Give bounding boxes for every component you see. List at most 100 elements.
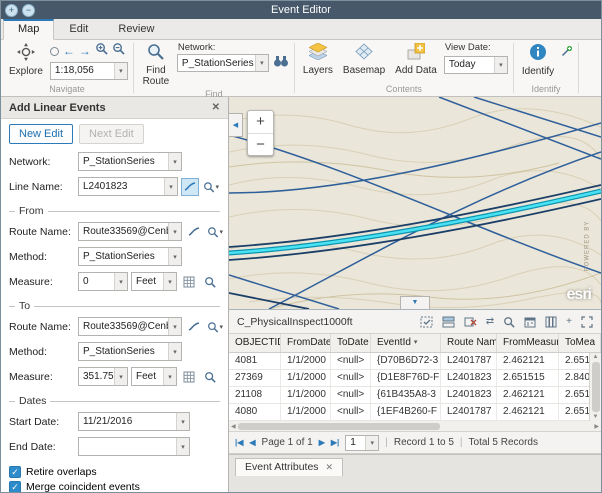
- layers-icon: [309, 43, 327, 63]
- table-row[interactable]: 40811/1/2000<null>{D70B6D72-3L24017872.4…: [229, 353, 601, 370]
- tab-event-attributes[interactable]: Event Attributes ✕: [235, 458, 343, 476]
- scroll-up-icon[interactable]: ▲: [593, 354, 599, 360]
- to-method-select[interactable]: P_StationSeries ▾: [78, 342, 182, 361]
- from-method-select[interactable]: P_StationSeries ▾: [78, 247, 182, 266]
- binoculars-icon[interactable]: [273, 54, 289, 72]
- clear-selection-icon[interactable]: [464, 316, 477, 328]
- close-icon[interactable]: ✕: [212, 102, 220, 113]
- network-select[interactable]: P_StationSeries ▾: [78, 152, 182, 171]
- select-route-on-map-icon[interactable]: [185, 223, 203, 241]
- from-route-select[interactable]: Route33569@Cenb ▾: [78, 222, 182, 241]
- add-record-icon[interactable]: +: [566, 316, 572, 327]
- pick-measure-icon[interactable]: [201, 273, 219, 291]
- next-edit-button: Next Edit: [79, 124, 144, 144]
- previous-extent-icon[interactable]: ←: [63, 44, 75, 58]
- column-header[interactable]: Route Name: [441, 334, 497, 352]
- column-header[interactable]: ToMea: [559, 334, 601, 352]
- to-measure-select[interactable]: 351.75 ▾: [78, 367, 128, 386]
- end-date-select[interactable]: ▾: [78, 437, 190, 456]
- zoom-out-tool-icon[interactable]: [112, 42, 125, 60]
- line-name-select[interactable]: L2401823 ▾: [78, 177, 178, 196]
- event-editor-window: + − Event Editor Map Edit Review Explore: [0, 0, 602, 493]
- basemap-button[interactable]: Basemap: [340, 42, 388, 77]
- identify-button[interactable]: Identify: [519, 42, 557, 78]
- find-route-icon: [147, 43, 164, 63]
- measure-grid-icon[interactable]: [180, 368, 198, 386]
- scrollbar-thumb[interactable]: [238, 423, 440, 430]
- tab-review[interactable]: Review: [103, 19, 169, 39]
- zoom-in-tool-icon[interactable]: [95, 42, 108, 60]
- table-title: C_PhysicalInspect1000ft: [237, 316, 353, 328]
- map-zoom-in-button[interactable]: +: [248, 111, 273, 133]
- vertical-scrollbar[interactable]: ▲ ▼: [589, 353, 601, 421]
- scroll-left-icon[interactable]: ◀: [231, 423, 236, 430]
- select-route-on-map-icon[interactable]: [185, 318, 203, 336]
- from-measure-select[interactable]: 0 ▾: [78, 272, 128, 291]
- table-row[interactable]: 40801/1/2000<null>{1EF4B260-FL24017872.4…: [229, 404, 601, 421]
- map-zoom-out-button[interactable]: −: [248, 133, 273, 155]
- to-route-select[interactable]: Route33569@Cenb ▾: [78, 317, 182, 336]
- dates-section-label: Dates: [9, 395, 220, 407]
- table-row[interactable]: 273691/1/2000<null>{D1E8F76D-FL24018232.…: [229, 370, 601, 387]
- retire-overlaps-checkbox[interactable]: ✓ Retire overlaps: [9, 466, 220, 478]
- merge-coincident-events-checkbox[interactable]: ✓ Merge coincident events: [9, 481, 220, 493]
- table-row[interactable]: 211081/1/2000<null>{61B435A8-3L24018232.…: [229, 387, 601, 404]
- page-select[interactable]: 1 ▾: [345, 435, 379, 451]
- scrollbar-thumb[interactable]: [592, 362, 600, 412]
- collapse-table-button[interactable]: ▼: [400, 296, 430, 309]
- ribbon-network-select[interactable]: P_StationSeries ▾: [177, 54, 269, 72]
- switch-selection-icon[interactable]: ⇄: [486, 316, 494, 327]
- title-bar: + − Event Editor: [1, 1, 601, 19]
- chevron-down-icon: ▾: [168, 343, 181, 360]
- zoom-to-line-icon[interactable]: ▾: [202, 178, 220, 196]
- start-date-select[interactable]: 11/21/2016 ▾: [78, 412, 190, 431]
- column-header[interactable]: OBJECTID: [229, 334, 281, 352]
- bottom-tab-strip: Event Attributes ✕: [229, 454, 601, 492]
- select-records-icon[interactable]: [420, 316, 433, 328]
- column-header[interactable]: EventId▾: [371, 334, 441, 352]
- last-page-icon[interactable]: ▶|: [331, 438, 339, 447]
- collapse-panel-button[interactable]: ◀: [229, 113, 243, 137]
- start-date-label: Start Date:: [9, 416, 75, 428]
- network-label: Network:: [178, 42, 289, 53]
- add-data-button[interactable]: Add Data: [392, 42, 440, 77]
- first-page-icon[interactable]: |◀: [235, 438, 243, 447]
- from-unit-select[interactable]: Feet ▾: [131, 272, 177, 291]
- scroll-right-icon[interactable]: ▶: [594, 423, 599, 430]
- view-date-select[interactable]: Today ▾: [444, 56, 508, 74]
- close-icon[interactable]: ✕: [326, 462, 334, 473]
- zoom-to-route-icon[interactable]: ▾: [206, 223, 224, 241]
- chevron-down-icon: ▾: [494, 57, 507, 73]
- contents-group-label: Contents: [300, 83, 508, 96]
- columns-icon[interactable]: [545, 316, 557, 328]
- column-header[interactable]: ToDate: [331, 334, 371, 352]
- to-unit-select[interactable]: Feet ▾: [131, 367, 177, 386]
- sort-desc-icon[interactable]: ▾: [414, 334, 418, 352]
- scale-select[interactable]: 1:18,056 ▾: [50, 62, 128, 80]
- pick-measure-icon[interactable]: [201, 368, 219, 386]
- scroll-down-icon[interactable]: ▼: [593, 414, 599, 420]
- select-line-on-map-icon[interactable]: [181, 178, 199, 196]
- zoom-to-route-icon[interactable]: ▾: [206, 318, 224, 336]
- new-edit-button[interactable]: New Edit: [9, 124, 73, 144]
- layers-button[interactable]: Layers: [300, 42, 336, 77]
- column-header[interactable]: FromMeasure: [497, 334, 559, 352]
- tab-map[interactable]: Map: [3, 19, 54, 40]
- map-view[interactable]: + − ◀ ▼ POWERED BY esri: [229, 97, 601, 309]
- pan-icon[interactable]: [50, 47, 59, 56]
- tab-edit[interactable]: Edit: [54, 19, 103, 39]
- next-page-icon[interactable]: ▶: [319, 438, 325, 447]
- chevron-down-icon: ▼: [412, 299, 419, 306]
- find-route-button[interactable]: Find Route: [139, 42, 173, 88]
- explore-button[interactable]: Explore: [6, 42, 46, 78]
- horizontal-scrollbar[interactable]: ◀ ▶: [229, 421, 601, 432]
- zoom-to-selection-icon[interactable]: [503, 316, 515, 328]
- next-extent-icon[interactable]: →: [79, 44, 91, 58]
- calendar-filter-icon[interactable]: [524, 316, 536, 328]
- measure-grid-icon[interactable]: [180, 273, 198, 291]
- show-selected-icon[interactable]: [442, 316, 455, 328]
- identify-route-icon[interactable]: [561, 44, 573, 62]
- column-header[interactable]: FromDate: [281, 334, 331, 352]
- expand-table-icon[interactable]: [581, 316, 593, 328]
- previous-page-icon[interactable]: ◀: [249, 438, 255, 447]
